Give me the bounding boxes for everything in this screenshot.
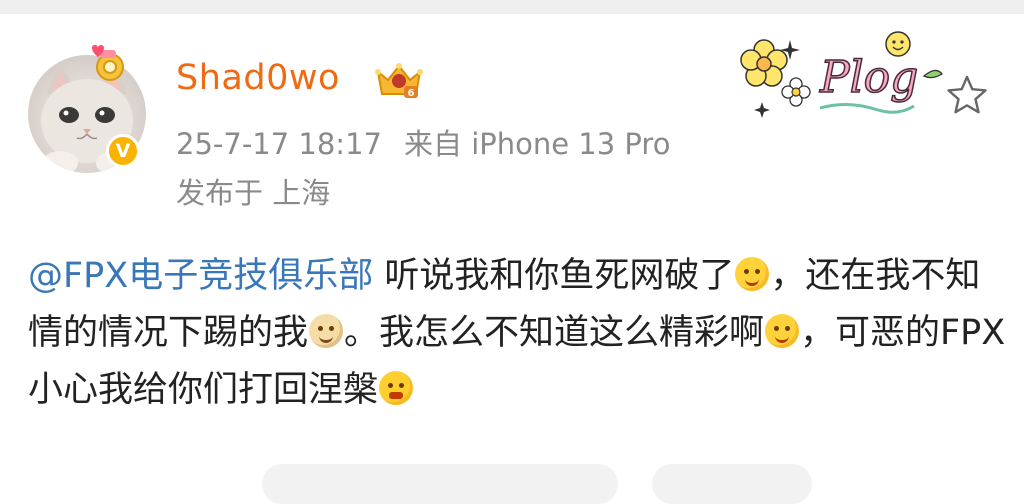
top-divider — [0, 0, 1024, 14]
verified-badge: V — [106, 134, 140, 168]
plog-text: Plog — [819, 52, 918, 103]
mention-link[interactable]: @FPX电子竞技俱乐部 — [28, 256, 373, 296]
post-location: 发布于 上海 — [176, 176, 331, 210]
bottom-pill[interactable] — [652, 464, 812, 504]
username[interactable]: Shad0wo — [176, 58, 340, 98]
angry-emoji — [379, 371, 414, 405]
post-source: 来自 iPhone 13 Pro — [403, 127, 671, 161]
pendant-icon — [92, 45, 124, 81]
star-icon[interactable] — [944, 72, 990, 118]
post-text-segment-3: 。我怎么不知道这么精彩啊 — [344, 313, 765, 353]
bottom-pill[interactable] — [262, 464, 618, 504]
doge-emoji — [309, 314, 344, 348]
sweat-smile-emoji — [735, 257, 770, 291]
crown-icon: 6 — [375, 63, 423, 99]
smug-emoji — [765, 314, 800, 348]
post-text: @FPX电子竞技俱乐部 听说我和你鱼死网破了 ，还在我不知情的情况下踢的我 。我怎么… — [28, 248, 1008, 419]
plog-sticker: Plog — [740, 31, 943, 118]
timestamp: 25-7-17 18:17 — [176, 127, 382, 161]
post-text-segment-1: 听说我和你鱼死网破了 — [373, 256, 735, 296]
post-meta: 25-7-17 18:17 来自 iPhone 13 Pro — [176, 121, 670, 163]
svg-text:6: 6 — [408, 88, 415, 99]
